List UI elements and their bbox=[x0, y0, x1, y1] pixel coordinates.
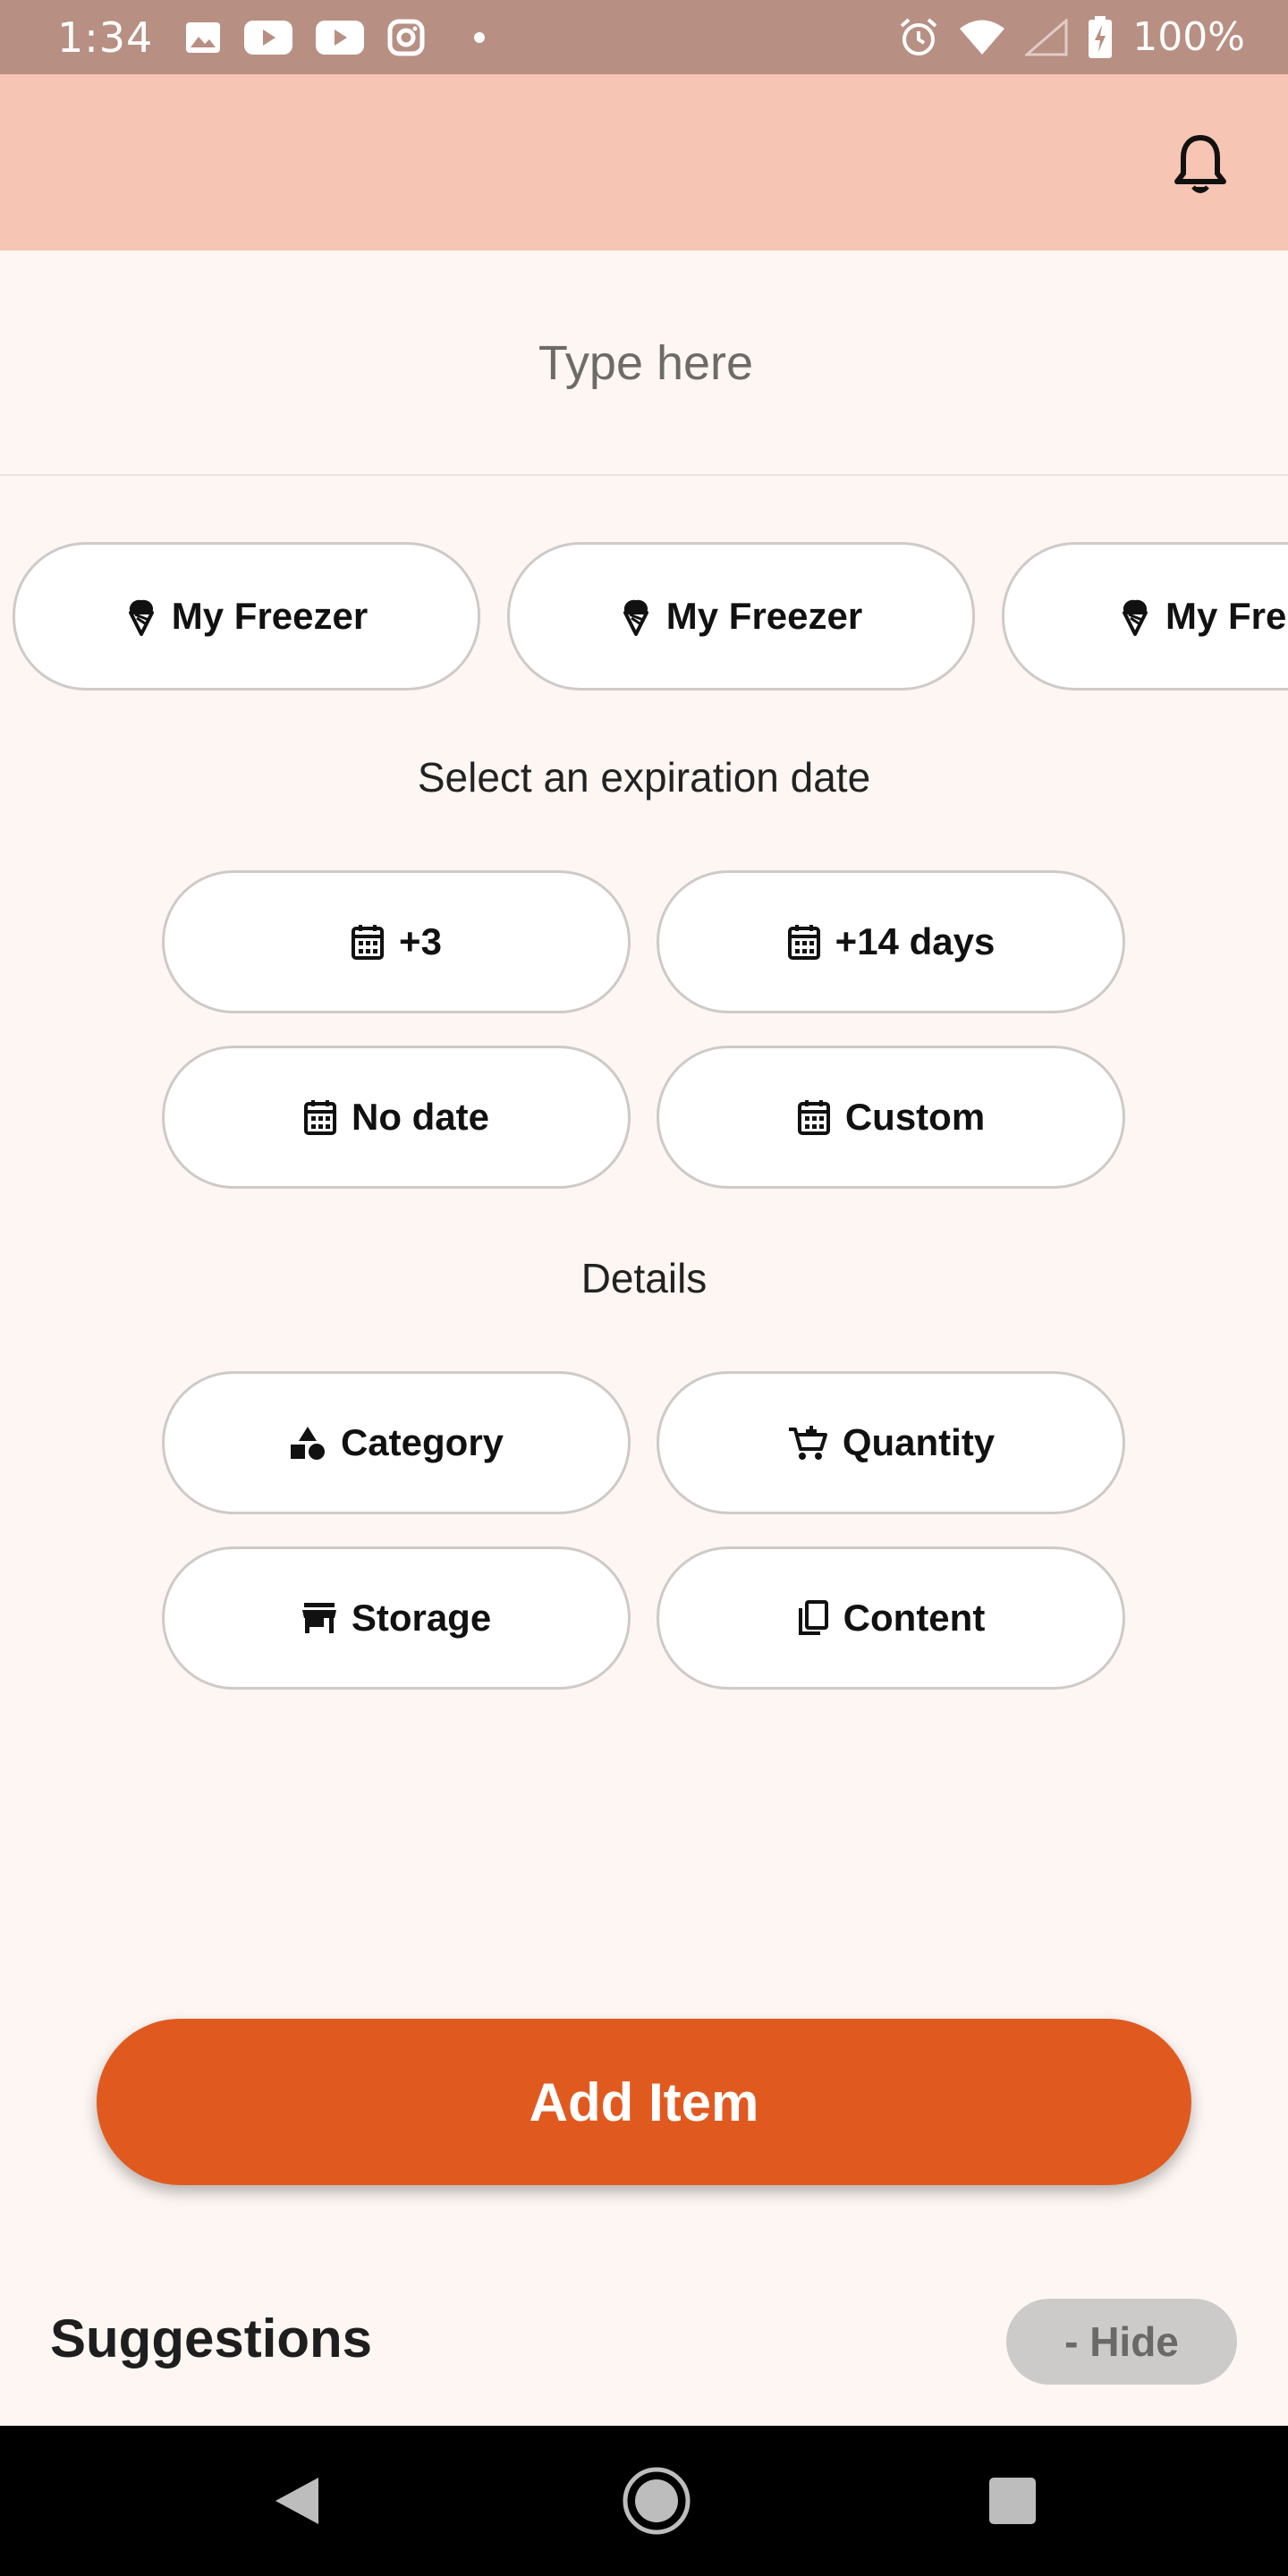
expiration-custom-chip[interactable]: Custom bbox=[657, 1046, 1125, 1189]
location-chip-row[interactable]: My Freezer My Freezer My Freezer bbox=[0, 542, 1288, 691]
expiration-plus14-label: +14 days bbox=[835, 920, 996, 962]
storage-chip[interactable]: Storage bbox=[162, 1546, 631, 1690]
item-name-input[interactable] bbox=[0, 250, 1288, 476]
instagram-icon bbox=[387, 19, 425, 56]
ice-cream-icon bbox=[1119, 597, 1151, 636]
storage-label: Storage bbox=[351, 1597, 492, 1639]
quantity-label: Quantity bbox=[842, 1421, 996, 1463]
youtube-icon bbox=[244, 20, 293, 55]
category-label: Category bbox=[340, 1421, 504, 1463]
status-time: 1:34 bbox=[57, 13, 154, 62]
app-bar bbox=[0, 74, 1288, 250]
copy-icon bbox=[797, 1599, 829, 1637]
location-chip-label: My Freezer bbox=[665, 595, 863, 637]
dot-icon bbox=[473, 31, 486, 44]
expiration-no-date-chip[interactable]: No date bbox=[162, 1046, 631, 1189]
location-chip[interactable]: My Freezer bbox=[13, 542, 480, 691]
cart-icon bbox=[787, 1424, 828, 1462]
content-label: Content bbox=[843, 1597, 986, 1639]
image-icon bbox=[185, 21, 221, 54]
calendar-icon bbox=[303, 1098, 337, 1136]
status-bar: 1:34 100% bbox=[0, 0, 1288, 74]
back-icon[interactable] bbox=[208, 2426, 386, 2576]
ice-cream-icon bbox=[125, 597, 157, 636]
category-chip[interactable]: Category bbox=[162, 1371, 631, 1514]
location-chip-label: My Freezer bbox=[171, 595, 369, 637]
signal-icon bbox=[1025, 18, 1068, 56]
suggestions-title: Suggestions bbox=[50, 2309, 373, 2368]
store-icon bbox=[301, 1602, 337, 1634]
expiration-plus3-chip[interactable]: +3 bbox=[162, 870, 631, 1013]
battery-percentage: 100% bbox=[1132, 14, 1245, 60]
expiration-title: Select an expiration date bbox=[417, 754, 871, 801]
expiration-custom-label: Custom bbox=[844, 1096, 986, 1138]
content-chip[interactable]: Content bbox=[657, 1546, 1125, 1690]
system-nav-bar bbox=[0, 2426, 1288, 2576]
system-icons: 100% bbox=[898, 0, 1245, 74]
bell-icon[interactable] bbox=[1168, 130, 1233, 201]
recents-icon[interactable] bbox=[923, 2426, 1102, 2576]
add-item-button[interactable]: Add Item bbox=[97, 2019, 1191, 2185]
details-title: Details bbox=[580, 1255, 708, 1301]
shapes-icon bbox=[289, 1425, 326, 1461]
wifi-icon bbox=[959, 19, 1005, 56]
calendar-icon bbox=[797, 1098, 831, 1136]
expiration-no-date-label: No date bbox=[351, 1096, 489, 1138]
hide-suggestions-button[interactable]: - Hide bbox=[1006, 2299, 1237, 2385]
ice-cream-icon bbox=[620, 597, 652, 636]
calendar-icon bbox=[787, 923, 821, 961]
location-chip[interactable]: My Freezer bbox=[507, 542, 975, 691]
home-icon[interactable] bbox=[567, 2426, 746, 2576]
calendar-icon bbox=[351, 923, 385, 961]
quantity-chip[interactable]: Quantity bbox=[657, 1371, 1125, 1514]
expiration-plus3-label: +3 bbox=[399, 920, 442, 962]
expiration-plus14-chip[interactable]: +14 days bbox=[657, 870, 1125, 1013]
location-chip-label: My Freezer bbox=[1165, 595, 1288, 637]
notification-icons bbox=[185, 19, 486, 56]
youtube-icon bbox=[316, 20, 365, 55]
battery-charging-icon bbox=[1088, 15, 1113, 59]
alarm-icon bbox=[898, 17, 939, 58]
location-chip[interactable]: My Freezer bbox=[1002, 542, 1288, 691]
search-area bbox=[0, 250, 1288, 476]
